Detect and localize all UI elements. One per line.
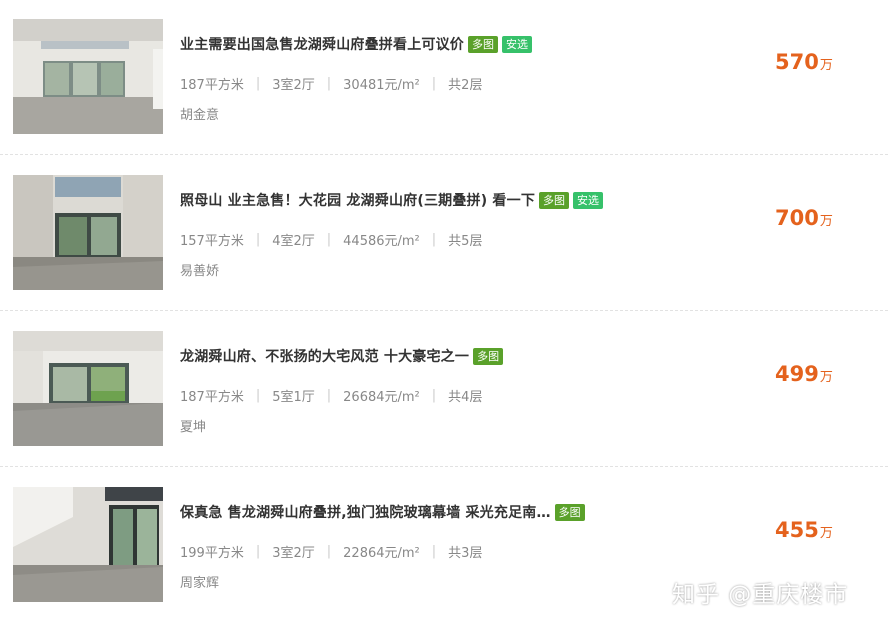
meta-separator: |	[326, 232, 332, 247]
listing-agent[interactable]: 胡金意	[180, 104, 219, 123]
listing-photo[interactable]	[13, 175, 163, 290]
meta-separator: |	[326, 76, 332, 91]
listing-agent[interactable]: 易善娇	[180, 260, 219, 279]
listing-area: 187平方米	[180, 390, 244, 405]
tag-multi-photo: 多图	[539, 191, 570, 209]
listing-item[interactable]: 龙湖舜山府、不张扬的大宅风范 十大豪宅之一 多图 187平方米 | 5室1厅 |…	[0, 312, 888, 468]
listing-floors: 共2层	[448, 78, 483, 93]
listing-unit-price: 26684元/m²	[343, 390, 420, 405]
listing-floors: 共5层	[448, 234, 483, 249]
listing-title[interactable]: 业主需要出国急售龙湖舜山府叠拼看上可议价	[180, 34, 464, 54]
listing-meta: 199平方米 | 3室2厅 | 22864元/m² | 共3层	[180, 542, 482, 561]
listing-item[interactable]: 业主需要出国急售龙湖舜山府叠拼看上可议价 多图 安选 187平方米 | 3室2厅…	[0, 0, 888, 156]
divider	[0, 154, 888, 155]
listing-unit-price: 30481元/m²	[343, 78, 420, 93]
meta-separator: |	[255, 76, 261, 91]
listing-item[interactable]: 照母山 业主急售！大花园 龙湖舜山府(三期叠拼) 看一下 多图 安选 157平方…	[0, 156, 888, 312]
meta-separator: |	[431, 388, 437, 403]
listing-unit-price: 44586元/m²	[343, 234, 420, 249]
divider	[0, 310, 888, 311]
listing-price: 455万	[775, 518, 833, 542]
listing-title[interactable]: 龙湖舜山府、不张扬的大宅风范 十大豪宅之一	[180, 346, 469, 366]
tag-verified: 安选	[573, 191, 604, 209]
price-value: 570	[775, 50, 819, 74]
listing-layout: 5室1厅	[272, 390, 315, 405]
tag-verified: 安选	[502, 35, 532, 53]
listing-floors: 共4层	[448, 390, 483, 405]
listing-area: 157平方米	[180, 234, 244, 249]
price-value: 700	[775, 206, 819, 230]
listing-price: 499万	[775, 362, 833, 386]
listing-area: 199平方米	[180, 546, 244, 561]
listing-title[interactable]: 照母山 业主急售！大花园 龙湖舜山府(三期叠拼) 看一下	[180, 190, 535, 210]
tag-multi-photo: 多图	[473, 347, 504, 365]
listing-unit-price: 22864元/m²	[343, 546, 420, 561]
meta-separator: |	[431, 544, 437, 559]
watermark: 知乎 @重庆楼市	[672, 582, 849, 608]
listing-floors: 共3层	[448, 546, 483, 561]
listing-meta: 157平方米 | 4室2厅 | 44586元/m² | 共5层	[180, 230, 482, 249]
listing-photo[interactable]	[13, 487, 163, 602]
room-photo-icon	[13, 331, 163, 446]
listing-price: 570万	[775, 50, 833, 74]
listing-title-row: 龙湖舜山府、不张扬的大宅风范 十大豪宅之一 多图	[180, 345, 504, 367]
listing-title-row: 业主需要出国急售龙湖舜山府叠拼看上可议价 多图 安选	[180, 33, 532, 55]
price-unit: 万	[819, 526, 833, 541]
room-photo-icon	[13, 487, 163, 602]
room-photo-icon	[13, 19, 163, 134]
listing-agent[interactable]: 夏坤	[180, 416, 206, 435]
meta-separator: |	[431, 232, 437, 247]
room-photo-icon	[13, 175, 163, 290]
meta-separator: |	[255, 544, 261, 559]
meta-separator: |	[326, 544, 332, 559]
listing-title-row: 保真急 售龙湖舜山府叠拼,独门独院玻璃幕墙 采光充足南… 多图	[180, 501, 585, 523]
price-value: 455	[775, 518, 819, 542]
price-value: 499	[775, 362, 819, 386]
listing-title-row: 照母山 业主急售！大花园 龙湖舜山府(三期叠拼) 看一下 多图 安选	[180, 189, 604, 211]
listing-meta: 187平方米 | 3室2厅 | 30481元/m² | 共2层	[180, 74, 482, 93]
price-unit: 万	[819, 214, 833, 229]
listing-area: 187平方米	[180, 78, 244, 93]
listing-meta: 187平方米 | 5室1厅 | 26684元/m² | 共4层	[180, 386, 482, 405]
listing-agent[interactable]: 周家辉	[180, 572, 219, 591]
tag-multi-photo: 多图	[468, 35, 498, 53]
listing-layout: 3室2厅	[272, 546, 315, 561]
listing-layout: 3室2厅	[272, 78, 315, 93]
price-unit: 万	[819, 370, 833, 385]
listing-photo[interactable]	[13, 19, 163, 134]
listing-photo[interactable]	[13, 331, 163, 446]
price-unit: 万	[819, 58, 833, 73]
meta-separator: |	[431, 76, 437, 91]
listing-layout: 4室2厅	[272, 234, 315, 249]
meta-separator: |	[255, 388, 261, 403]
divider	[0, 466, 888, 467]
meta-separator: |	[255, 232, 261, 247]
listing-title[interactable]: 保真急 售龙湖舜山府叠拼,独门独院玻璃幕墙 采光充足南…	[180, 502, 551, 522]
listing-price: 700万	[775, 206, 833, 230]
meta-separator: |	[326, 388, 332, 403]
tag-multi-photo: 多图	[554, 503, 585, 521]
